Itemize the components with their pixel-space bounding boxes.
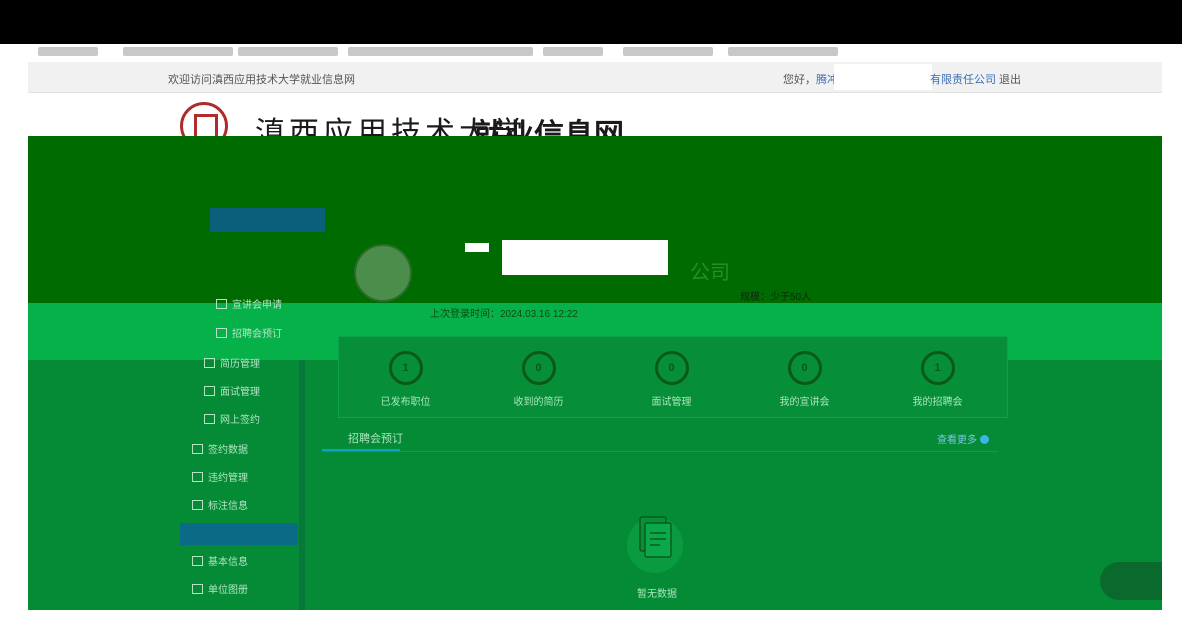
list-icon xyxy=(216,328,227,338)
redacted-company-title xyxy=(502,240,668,275)
sidebar-item-label: 网上签约 xyxy=(220,415,260,426)
greeting-prefix: 您好， xyxy=(783,74,816,86)
sidebar-item-resume[interactable]: 简历管理 xyxy=(204,354,260,376)
redacted-company-name xyxy=(834,64,932,90)
sidebar-item-basic-info[interactable]: 基本信息 xyxy=(192,552,248,574)
sidebar-item-label: 标注信息 xyxy=(208,501,248,512)
company-scale: 规模：少于50人 xyxy=(740,292,812,303)
sidebar-item-label: 单位图册 xyxy=(208,585,248,596)
stat-label: 面试管理 xyxy=(651,397,692,408)
sidebar-item-online-sign[interactable]: 网上签约 xyxy=(204,410,260,432)
view-more-link[interactable]: 查看更多 xyxy=(937,431,989,446)
sidebar-item-tag-info[interactable]: 标注信息 xyxy=(192,496,248,518)
bookmark-item[interactable] xyxy=(413,47,533,56)
company-avatar xyxy=(354,244,412,302)
view-more-label[interactable]: 查看更多 xyxy=(937,435,977,446)
stat-label: 我的招聘会 xyxy=(912,397,963,408)
stat-published-jobs[interactable]: 1 已发布职位 xyxy=(339,337,472,417)
stat-label: 我的宣讲会 xyxy=(779,397,830,408)
list-icon xyxy=(216,299,227,309)
stat-interviews[interactable]: 0 面试管理 xyxy=(605,337,738,417)
list-icon xyxy=(192,584,203,594)
bookmark-item[interactable] xyxy=(238,47,338,56)
redacted-label xyxy=(465,243,489,252)
stat-value: 0 xyxy=(521,351,556,385)
bookmark-item[interactable] xyxy=(728,47,838,56)
sidebar-item-label: 签约数据 xyxy=(208,445,248,456)
bookmark-item[interactable] xyxy=(543,47,603,56)
list-icon xyxy=(192,500,203,510)
sidebar-item-label: 宣讲会申请 xyxy=(232,300,282,311)
tab-divider xyxy=(322,451,998,452)
sidebar-item-fair-booking[interactable]: 招聘会预订 xyxy=(216,324,282,346)
list-icon xyxy=(204,386,215,396)
browser-title-bar xyxy=(0,0,1182,44)
stat-value: 0 xyxy=(787,351,822,385)
top-greeting-bar: 欢迎访问滇西应用技术大学就业信息网 您好，腾冲 有限责任公司 退出 xyxy=(28,62,1162,93)
sidebar-section-header[interactable] xyxy=(180,523,298,545)
stat-value: 1 xyxy=(920,351,955,385)
arrow-circle-icon xyxy=(980,435,989,444)
empty-document-icon xyxy=(627,516,683,573)
bookmark-item[interactable] xyxy=(123,47,233,56)
bookmark-item[interactable] xyxy=(348,47,418,56)
list-icon xyxy=(204,358,215,368)
sidebar-item-sign-data[interactable]: 签约数据 xyxy=(192,440,248,462)
list-icon xyxy=(192,556,203,566)
stat-my-presentations[interactable]: 0 我的宣讲会 xyxy=(738,337,871,417)
greeting: 您好，腾冲 xyxy=(783,71,838,87)
stat-value: 1 xyxy=(388,351,423,385)
tab-fair-booking[interactable]: 招聘会预订 xyxy=(348,430,403,446)
bookmarks-bar xyxy=(28,44,1182,62)
sidebar-nav: 宣讲会申请 招聘会预订 简历管理 面试管理 网上签约 签约数据 违约管理 标注信… xyxy=(180,188,325,610)
sidebar-divider xyxy=(299,360,305,610)
stat-my-fairs[interactable]: 1 我的招聘会 xyxy=(871,337,1004,417)
list-icon xyxy=(192,444,203,454)
sidebar-item-presentation-apply[interactable]: 宣讲会申请 xyxy=(216,295,282,317)
company-link[interactable]: 有限责任公司 退出 xyxy=(930,71,1021,87)
sidebar-item-label: 简历管理 xyxy=(220,359,260,370)
last-login-time: 上次登录时间：2024.03.16 12:22 xyxy=(430,309,578,320)
list-icon xyxy=(192,472,203,482)
sidebar-item-breach[interactable]: 违约管理 xyxy=(192,468,248,490)
stat-value: 0 xyxy=(654,351,689,385)
sidebar-item-album[interactable]: 单位图册 xyxy=(192,580,248,602)
welcome-text: 欢迎访问滇西应用技术大学就业信息网 xyxy=(168,74,355,86)
sidebar-item-label: 违约管理 xyxy=(208,473,248,484)
stat-received-resumes[interactable]: 0 收到的简历 xyxy=(472,337,605,417)
company-title-tail: 公司 xyxy=(690,262,730,284)
logout-link[interactable]: 退出 xyxy=(999,74,1021,86)
sidebar-item-label: 面试管理 xyxy=(220,387,260,398)
sidebar-active-block[interactable] xyxy=(210,208,325,232)
sidebar-item-label: 基本信息 xyxy=(208,557,248,568)
list-icon xyxy=(204,414,215,424)
stat-label: 收到的简历 xyxy=(513,397,564,408)
empty-state-text: 暂无数据 xyxy=(637,589,677,600)
company-suffix[interactable]: 有限责任公司 xyxy=(930,74,996,86)
bookmark-item[interactable] xyxy=(38,47,98,56)
sidebar-item-interview[interactable]: 面试管理 xyxy=(204,382,260,404)
stat-label: 已发布职位 xyxy=(380,397,431,408)
sidebar-item-label: 招聘会预订 xyxy=(232,329,282,340)
stats-panel: 1 已发布职位 0 收到的简历 0 面试管理 0 我的宣讲会 1 我的招聘会 xyxy=(338,336,1008,418)
floating-service-button[interactable] xyxy=(1100,562,1162,600)
bookmark-item[interactable] xyxy=(623,47,713,56)
